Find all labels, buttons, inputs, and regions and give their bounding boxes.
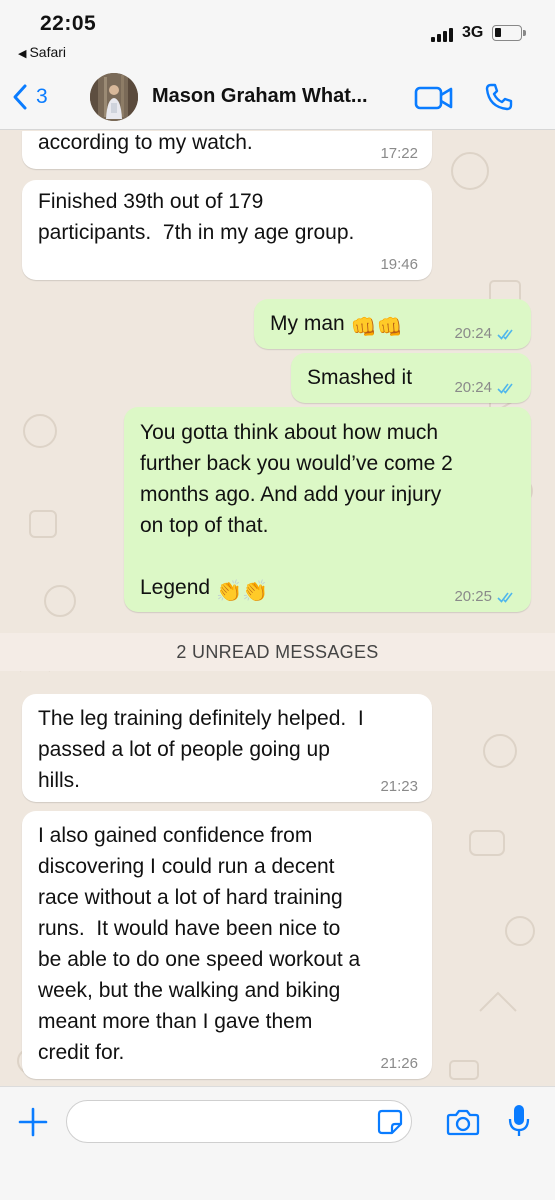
back-to-app-link[interactable]: ◀ Safari bbox=[18, 44, 66, 60]
message-time: 19:46 bbox=[380, 256, 418, 273]
double-check-icon bbox=[497, 329, 513, 340]
avatar-photo-icon bbox=[90, 73, 138, 121]
sticker-icon bbox=[377, 1109, 403, 1135]
message-time: 20:25 bbox=[454, 588, 492, 605]
video-call-button[interactable] bbox=[414, 84, 454, 112]
status-bar: 22:05 ◀ Safari 3G bbox=[0, 0, 555, 66]
message-time: 20:24 bbox=[454, 325, 492, 342]
message-meta: 17:22 bbox=[380, 146, 418, 162]
unread-chats-count: 3 bbox=[36, 85, 48, 108]
back-app-label: Safari bbox=[29, 44, 67, 60]
microphone-button[interactable] bbox=[508, 1103, 530, 1139]
message-meta: 19:46 bbox=[380, 257, 418, 273]
video-camera-icon bbox=[414, 86, 453, 110]
message-time: 17:22 bbox=[380, 145, 418, 162]
message-text: according to my watch. bbox=[38, 131, 253, 154]
status-time: 22:05 bbox=[40, 12, 97, 35]
message-text: I also gained confidence from discoverin… bbox=[38, 824, 361, 1064]
message-text: You gotta think about how much further b… bbox=[140, 421, 453, 599]
chevron-left-icon bbox=[13, 84, 27, 110]
message-input[interactable] bbox=[66, 1100, 412, 1143]
message-meta: 21:26 bbox=[380, 1056, 418, 1072]
message-incoming[interactable]: The leg training definitely helped. I pa… bbox=[22, 694, 432, 802]
network-type: 3G bbox=[462, 24, 484, 41]
message-meta: 20:24 bbox=[454, 380, 517, 396]
signal-strength-icon bbox=[431, 26, 457, 42]
message-time: 21:23 bbox=[380, 778, 418, 795]
microphone-icon bbox=[508, 1105, 530, 1136]
message-time: 20:24 bbox=[454, 379, 492, 396]
message-text: My man bbox=[270, 312, 345, 335]
message-incoming[interactable]: according to my watch. 17:22 bbox=[22, 131, 432, 169]
chat-header: 3 Mason Graham What... bbox=[0, 66, 555, 130]
double-check-icon bbox=[497, 383, 513, 394]
message-incoming[interactable]: Finished 39th out of 179 participants. 7… bbox=[22, 180, 432, 280]
message-meta: 21:23 bbox=[380, 779, 418, 795]
sticker-button[interactable] bbox=[377, 1109, 403, 1135]
chat-area[interactable]: according to my watch. 17:22 Finished 39… bbox=[0, 131, 555, 1086]
compose-bar bbox=[0, 1086, 555, 1200]
message-outgoing[interactable]: My man 👊👊 20:24 bbox=[254, 299, 531, 349]
message-text: Finished 39th out of 179 participants. 7… bbox=[38, 190, 355, 244]
contact-avatar[interactable] bbox=[90, 73, 138, 121]
voice-call-button[interactable] bbox=[484, 82, 514, 112]
fist-bump-emoji: 👊👊 bbox=[350, 316, 403, 339]
back-triangle-icon: ◀ bbox=[18, 48, 27, 60]
double-check-icon bbox=[497, 592, 513, 603]
camera-icon bbox=[446, 1109, 480, 1136]
message-outgoing[interactable]: You gotta think about how much further b… bbox=[124, 407, 531, 612]
phone-icon bbox=[485, 83, 513, 111]
contact-name[interactable]: Mason Graham What... bbox=[152, 85, 368, 108]
message-meta: 20:25 bbox=[454, 589, 517, 605]
message-meta: 20:24 bbox=[454, 326, 517, 342]
message-time: 21:26 bbox=[380, 1055, 418, 1072]
message-outgoing[interactable]: Smashed it 20:24 bbox=[291, 353, 531, 403]
plus-icon bbox=[18, 1107, 48, 1137]
clapping-hands-emoji: 👏👏 bbox=[216, 580, 269, 603]
back-button[interactable]: 3 bbox=[12, 80, 48, 114]
message-incoming[interactable]: I also gained confidence from discoverin… bbox=[22, 811, 432, 1079]
battery-icon bbox=[492, 25, 526, 41]
message-text: The leg training definitely helped. I pa… bbox=[38, 707, 364, 792]
camera-button[interactable] bbox=[446, 1107, 480, 1137]
attach-button[interactable] bbox=[16, 1105, 50, 1139]
unread-messages-divider: 2 UNREAD MESSAGES bbox=[0, 633, 555, 671]
